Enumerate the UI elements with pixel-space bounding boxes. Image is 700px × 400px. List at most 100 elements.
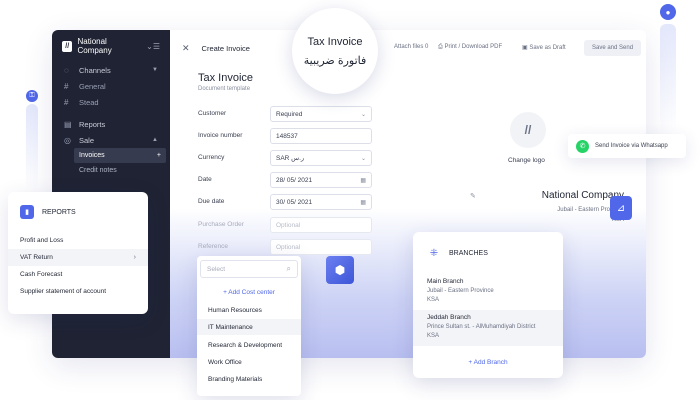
add-branch-button[interactable]: + Add Branch [413,359,563,366]
cost-center-option[interactable]: Branding Materials [197,371,301,387]
decor-bar [26,104,38,190]
chevron-down-icon: ⌄ [146,41,153,51]
cost-center-label: Human Resources [208,306,262,314]
reference-value: Optional [276,243,301,251]
report-supplier-statement[interactable]: Supplier statement of account [8,283,148,300]
branches-card: ⁜ BRANCHES Main Branch Jubail - Eastern … [413,232,563,378]
chevron-right-icon: › [133,254,136,261]
sidebar-item-channels[interactable]: ◌ Channels ▼ [52,62,170,78]
calendar-icon: ▦ [360,177,366,184]
customer-select[interactable]: Required ⌄ [270,106,372,122]
reports-title: REPORTS [42,208,76,216]
bar-chart-icon: ▮ [20,205,34,219]
title-badge-en: Tax Invoice [307,35,363,48]
reference-label: Reference [198,243,228,250]
reports-header: ▮ REPORTS [8,192,148,232]
report-label: VAT Return [20,254,53,261]
save-draft-button[interactable]: ▣ Save as Draft [522,44,566,51]
cost-center-placeholder: Select [207,265,226,273]
sidebar-sub-credit-notes[interactable]: Credit notes [74,163,170,178]
currency-select[interactable]: SAR ر.س ⌄ [270,150,372,166]
customer-value: Required [276,110,303,118]
add-cost-center-button[interactable]: + Add Cost center [197,289,301,296]
chat-icon: ◌ [64,65,69,75]
lock-icon: ⚿ [26,90,38,102]
invoice-number-value: 148537 [276,132,298,140]
purchase-order-field[interactable]: Optional [270,217,372,233]
sidebar-item-general[interactable]: # General [52,78,170,94]
date-field[interactable]: 28/ 05/ 2021 ▦ [270,172,372,188]
branch-country: KSA [427,297,440,303]
whatsapp-label: Send Invoice via Whatsapp [595,143,668,149]
cost-center-label: Branding Materials [208,375,263,383]
hash-icon: # [64,81,69,91]
branch-item[interactable]: Main Branch Jubail - Eastern Province KS… [413,274,563,310]
cost-center-option[interactable]: Research & Development [197,337,301,353]
cost-center-search[interactable]: Select ⌕ [200,260,298,278]
chevron-down-icon: ⌄ [360,155,366,162]
logo-mark-icon: // [524,123,532,137]
title-badge-ar: فاتورة ضريبية [303,54,367,67]
sidebar-item-label: Stead [79,97,99,107]
whatsapp-icon: ✆ [576,139,589,153]
cost-center-label: IT Maintenance [208,323,253,331]
page-title: Create Invoice [201,43,250,53]
branches-title: BRANCHES [449,249,488,257]
due-date-value: 30/ 05/ 2021 [276,198,313,206]
reference-field[interactable]: Optional [270,239,372,255]
purchase-order-value: Optional [276,221,301,229]
sidebar-item-stead[interactable]: # Stead [52,94,170,110]
caret-up-icon: ▲ [152,137,158,143]
close-icon[interactable]: ✕ [182,43,190,54]
due-date-field[interactable]: 30/ 05/ 2021 ▦ [270,194,372,210]
invoice-number-field[interactable]: 148537 [270,128,372,144]
report-profit-loss[interactable]: Profit and Loss [8,232,148,249]
company-switcher[interactable]: // National Company ⌄ ☰ [52,30,170,62]
report-label: Profit and Loss [20,237,64,244]
chat-bubble-icon: ● [660,4,676,20]
attach-files-button[interactable]: Attach files 0 [394,44,428,50]
chevron-down-icon: ⌄ [360,111,366,118]
form-subtitle: Document template [198,86,251,92]
cost-center-label: Work Office [208,358,242,366]
report-label: Cash Forecast [20,271,63,278]
sidebar-sub-label: Credit notes [79,167,117,174]
change-logo-label: Change logo [508,157,545,164]
print-download-button[interactable]: ⎙ Print / Download PDF [438,44,502,51]
title-badge: Tax Invoice فاتورة ضريبية [292,8,378,94]
branch-country: KSA [427,333,440,339]
date-label: Date [198,176,212,183]
sidebar-item-reports[interactable]: ▤ Reports [52,116,170,132]
report-vat-return[interactable]: VAT Return › [8,249,148,266]
sale-icon: ◎ [64,135,71,145]
branch-name: Main Branch [427,278,464,285]
sidebar-item-label: Channels [79,65,111,75]
branch-address: Prince Sultan st. - AlMuhamdiyah Distric… [427,324,536,330]
calendar-icon: ▦ [360,199,366,206]
branch-name: Jeddah Branch [427,314,471,321]
branch-item[interactable]: Jeddah Branch Prince Sultan st. - AlMuha… [413,310,563,346]
sidebar-sub-invoices[interactable]: Invoices + [74,148,166,163]
cost-center-option[interactable]: Human Resources [197,302,301,318]
company-logo: // [62,40,73,52]
report-cash-forecast[interactable]: Cash Forecast [8,266,148,283]
reports-card: ▮ REPORTS Profit and Loss VAT Return › Ca… [8,192,148,314]
plus-icon[interactable]: + [157,152,161,159]
whatsapp-send-button[interactable]: ✆ Send Invoice via Whatsapp [568,134,686,158]
cost-center-option[interactable]: IT Maintenance [197,319,301,335]
sidebar-item-label: Reports [79,119,106,129]
cost-center-option[interactable]: Work Office [197,354,301,370]
invoice-number-label: Invoice number [198,132,243,139]
branch-icon: ⁜ [429,247,439,259]
caret-down-icon: ▼ [152,67,158,73]
edit-icon[interactable]: ✎ [470,192,476,200]
change-logo-button[interactable]: // [510,112,546,148]
sidebar-item-label: General [79,81,106,91]
form-title: Tax Invoice [198,72,254,84]
hash-icon: # [64,97,69,107]
collapse-icon[interactable]: ☰ [153,42,160,51]
save-send-button[interactable]: Save and Send [584,40,642,56]
currency-value: SAR ر.س [276,155,305,162]
sidebar-item-sale[interactable]: ◎ Sale ▲ [52,132,170,148]
cube-icon: ⬢ [326,256,354,284]
